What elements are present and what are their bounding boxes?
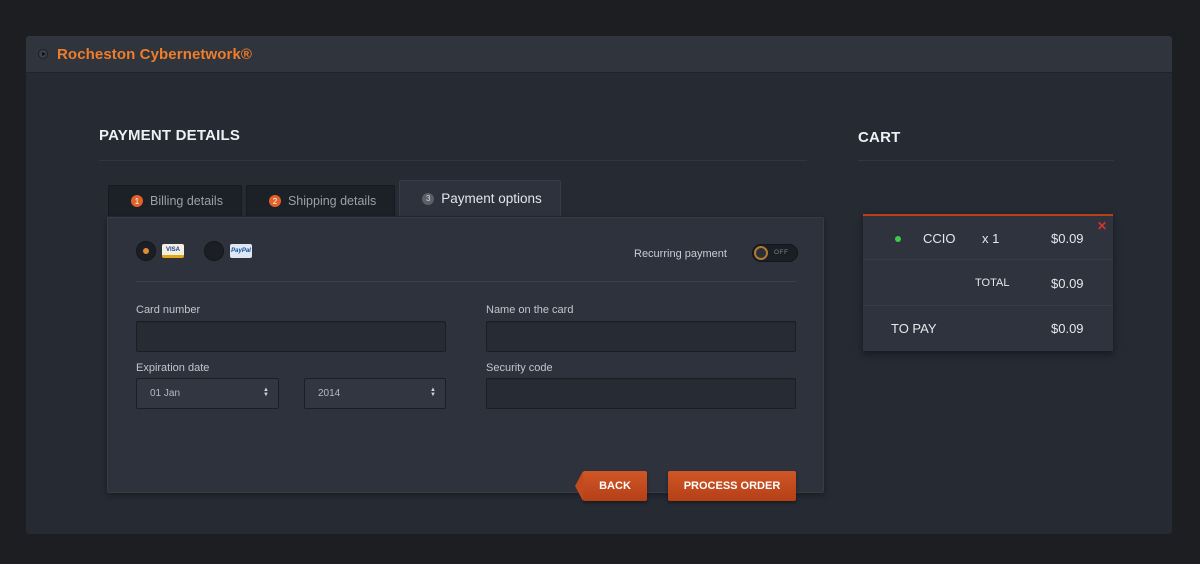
cart-total-row: TOTAL $0.09 bbox=[863, 276, 1113, 294]
visa-card-icon: VISA bbox=[162, 244, 184, 258]
visa-radio[interactable] bbox=[136, 241, 156, 261]
expiration-year-select[interactable]: 2014 ▲ ▼ bbox=[304, 378, 446, 409]
payment-method-selector: VISA PayPal bbox=[136, 241, 252, 261]
payment-heading: PAYMENT DETAILS bbox=[99, 127, 241, 144]
paypal-radio[interactable] bbox=[204, 241, 224, 261]
toggle-state-text: OFF bbox=[774, 249, 789, 256]
cart-separator bbox=[863, 259, 1113, 260]
security-code-input[interactable] bbox=[486, 378, 796, 409]
cart-summary: ✕ CCIO x 1 $0.09 TOTAL $0.09 TO PAY $0.0… bbox=[863, 214, 1113, 351]
step-number-badge: 2 bbox=[268, 195, 281, 207]
tab-label: Shipping details bbox=[287, 194, 377, 208]
payment-divider bbox=[99, 160, 807, 161]
process-order-button[interactable]: PROCESS ORDER bbox=[668, 471, 796, 501]
payment-tabs: 1 Billing details 2 Shipping details 3 P… bbox=[108, 180, 561, 216]
name-on-card-input[interactable] bbox=[486, 321, 796, 352]
name-on-card-label: Name on the card bbox=[486, 304, 574, 316]
card-number-input[interactable] bbox=[136, 321, 446, 352]
to-pay-label: TO PAY bbox=[891, 321, 937, 336]
menu-arrow-icon[interactable] bbox=[38, 49, 48, 59]
expiration-month-select[interactable]: 01 Jan ▲ ▼ bbox=[136, 378, 279, 409]
selected-year: 2014 bbox=[318, 388, 341, 399]
cart-to-pay-row: TO PAY $0.09 bbox=[863, 321, 1113, 339]
select-arrows-icon: ▲ ▼ bbox=[263, 387, 269, 398]
paypal-card-icon: PayPal bbox=[230, 244, 252, 258]
panel-divider bbox=[136, 281, 796, 282]
item-status-dot bbox=[895, 236, 901, 242]
tab-billing-details[interactable]: 1 Billing details bbox=[108, 185, 242, 216]
app-title: Rocheston Cybernetwork® bbox=[57, 45, 253, 63]
tab-payment-options[interactable]: 3 Payment options bbox=[399, 180, 561, 216]
select-arrows-icon: ▲ ▼ bbox=[430, 387, 436, 398]
back-button[interactable]: BACK bbox=[575, 471, 647, 501]
total-value: $0.09 bbox=[1051, 276, 1084, 291]
card-number-label: Card number bbox=[136, 304, 201, 316]
recurring-payment-toggle[interactable]: OFF bbox=[752, 244, 798, 262]
item-name: CCIO bbox=[923, 231, 956, 246]
step-number-badge: 1 bbox=[131, 195, 143, 207]
tab-label: Billing details bbox=[150, 194, 223, 208]
app-window: Rocheston Cybernetwork® PAYMENT DETAILS … bbox=[26, 36, 1172, 534]
selected-month: 01 Jan bbox=[150, 388, 181, 399]
to-pay-value: $0.09 bbox=[1051, 321, 1084, 336]
expiration-date-label: Expiration date bbox=[136, 362, 210, 374]
cart-item-row: CCIO x 1 $0.09 bbox=[863, 231, 1113, 249]
payment-options-panel: VISA PayPal Recurring payment OFF Card n… bbox=[107, 217, 824, 501]
tab-label: Payment options bbox=[441, 191, 542, 206]
step-number-badge: 3 bbox=[422, 192, 435, 205]
cart-divider bbox=[858, 160, 1114, 161]
toggle-knob bbox=[754, 246, 768, 260]
item-price: $0.09 bbox=[1051, 231, 1084, 246]
cart-separator bbox=[863, 305, 1113, 306]
security-code-label: Security code bbox=[486, 362, 553, 374]
tab-shipping-details[interactable]: 2 Shipping details bbox=[245, 185, 396, 216]
item-quantity: x 1 bbox=[982, 231, 1000, 246]
title-bar: Rocheston Cybernetwork® bbox=[26, 36, 1172, 73]
total-label: TOTAL bbox=[975, 277, 1010, 289]
recurring-payment-label: Recurring payment bbox=[634, 248, 727, 260]
cart-heading: CART bbox=[858, 129, 901, 146]
